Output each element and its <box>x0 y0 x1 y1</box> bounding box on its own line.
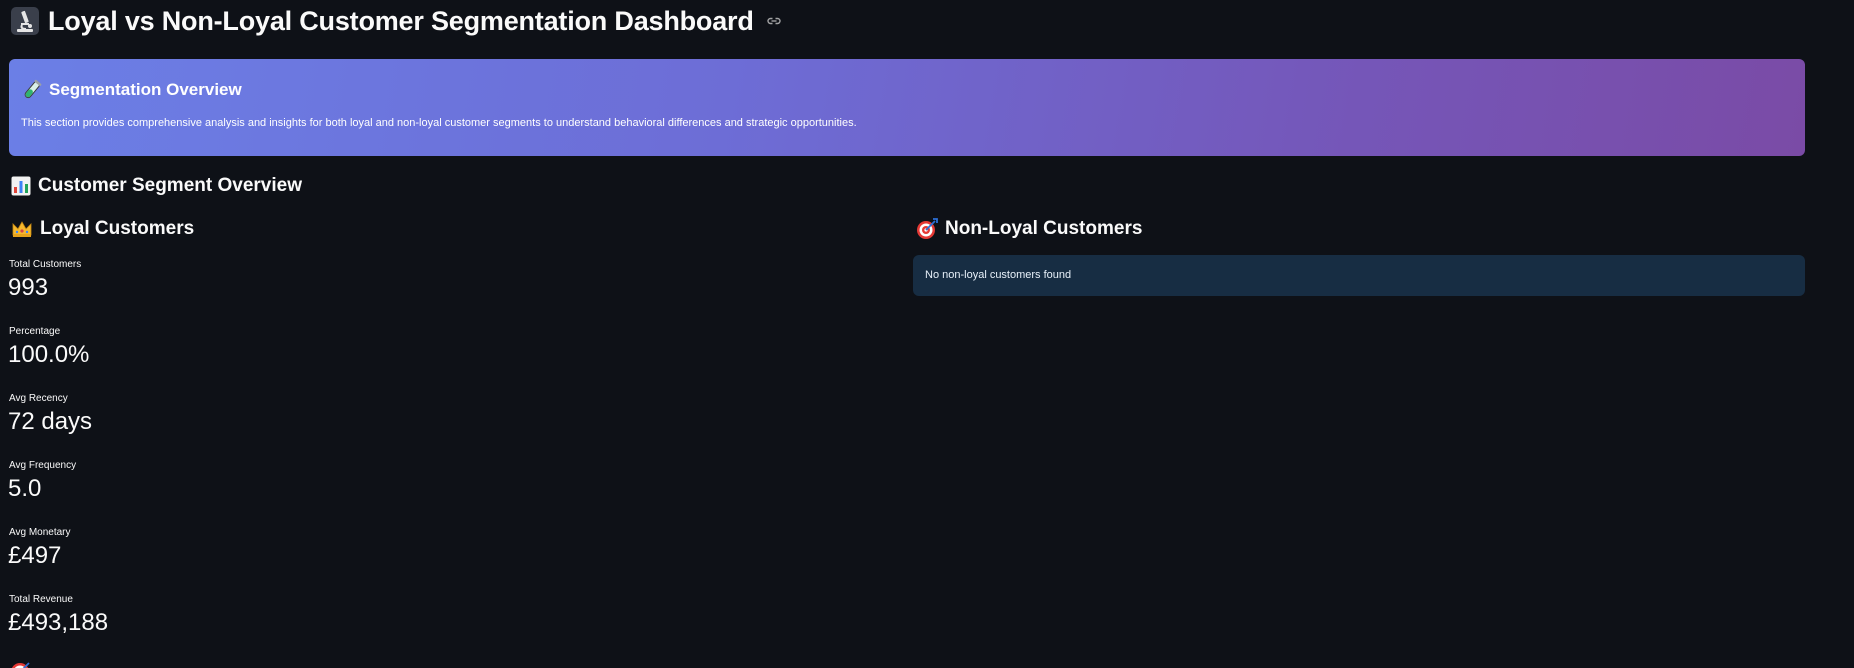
metric-label-avg-monetary: Avg Monetary <box>9 527 71 538</box>
section-title: Customer Segment Overview <box>38 175 302 196</box>
metric-label-total-customers: Total Customers <box>9 259 82 270</box>
non-loyal-customers-header: Non-Loyal Customers <box>916 218 1142 240</box>
metric-value-avg-recency: 72 days <box>8 408 93 435</box>
metric-value-percentage: 100.0% <box>8 341 90 368</box>
link-icon[interactable] <box>766 13 782 29</box>
non-loyal-customers-title: Non-Loyal Customers <box>945 218 1143 239</box>
target-icon <box>917 218 938 239</box>
test-tube-icon <box>24 79 42 99</box>
metric-value-avg-frequency: 5.0 <box>8 475 42 502</box>
metric-label-percentage: Percentage <box>9 326 61 337</box>
page-title: Loyal vs Non-Loyal Customer Segmentation… <box>48 5 754 36</box>
crown-icon <box>12 221 32 237</box>
segmentation-overview-banner: Segmentation Overview This section provi… <box>9 59 1805 156</box>
banner-title: Segmentation Overview <box>49 80 242 99</box>
customer-segment-overview-header: Customer Segment Overview <box>11 175 302 197</box>
metric-value-total-customers: 993 <box>8 274 49 301</box>
microscope-icon <box>11 7 39 35</box>
metric-value-total-revenue: £493,188 <box>8 609 109 636</box>
metric-label-avg-recency: Avg Recency <box>9 393 68 404</box>
target-icon <box>11 662 30 668</box>
metric-label-avg-frequency: Avg Frequency <box>9 460 77 471</box>
dashboard-page: Loyal vs Non-Loyal Customer Segmentation… <box>0 0 1854 668</box>
metric-label-total-revenue: Total Revenue <box>9 594 73 605</box>
info-message: No non-loyal customers found <box>925 269 1072 281</box>
loyal-customers-header: Loyal Customers <box>11 218 194 240</box>
metric-value-avg-monetary: £497 <box>8 542 62 569</box>
loyal-customers-title: Loyal Customers <box>40 218 195 239</box>
bar-chart-icon <box>11 176 31 196</box>
non-loyal-info-alert: No non-loyal customers found <box>913 255 1805 296</box>
banner-description: This section provides comprehensive anal… <box>21 117 857 129</box>
page-header: Loyal vs Non-Loyal Customer Segmentation… <box>10 2 782 40</box>
banner-header: Segmentation Overview <box>21 79 242 101</box>
